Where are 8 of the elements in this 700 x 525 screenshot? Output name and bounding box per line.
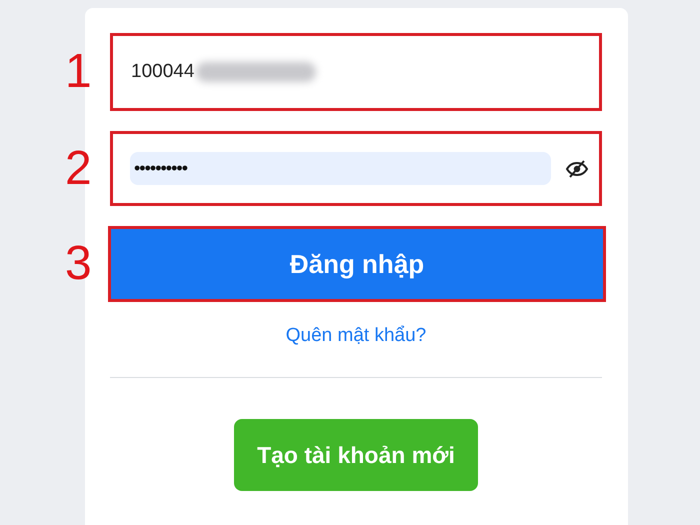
phone-field[interactable]: 100044 <box>110 33 602 111</box>
step-number: 1 <box>65 48 93 96</box>
login-button[interactable]: Đăng nhập <box>108 226 606 302</box>
password-field[interactable]: •••••••••• <box>130 152 551 185</box>
create-account-button[interactable]: Tạo tài khoản mới <box>234 419 478 491</box>
step-number: 3 <box>65 240 93 288</box>
forgot-password-link[interactable]: Quên mật khẩu? <box>260 325 426 347</box>
step-number: 2 <box>65 144 93 192</box>
